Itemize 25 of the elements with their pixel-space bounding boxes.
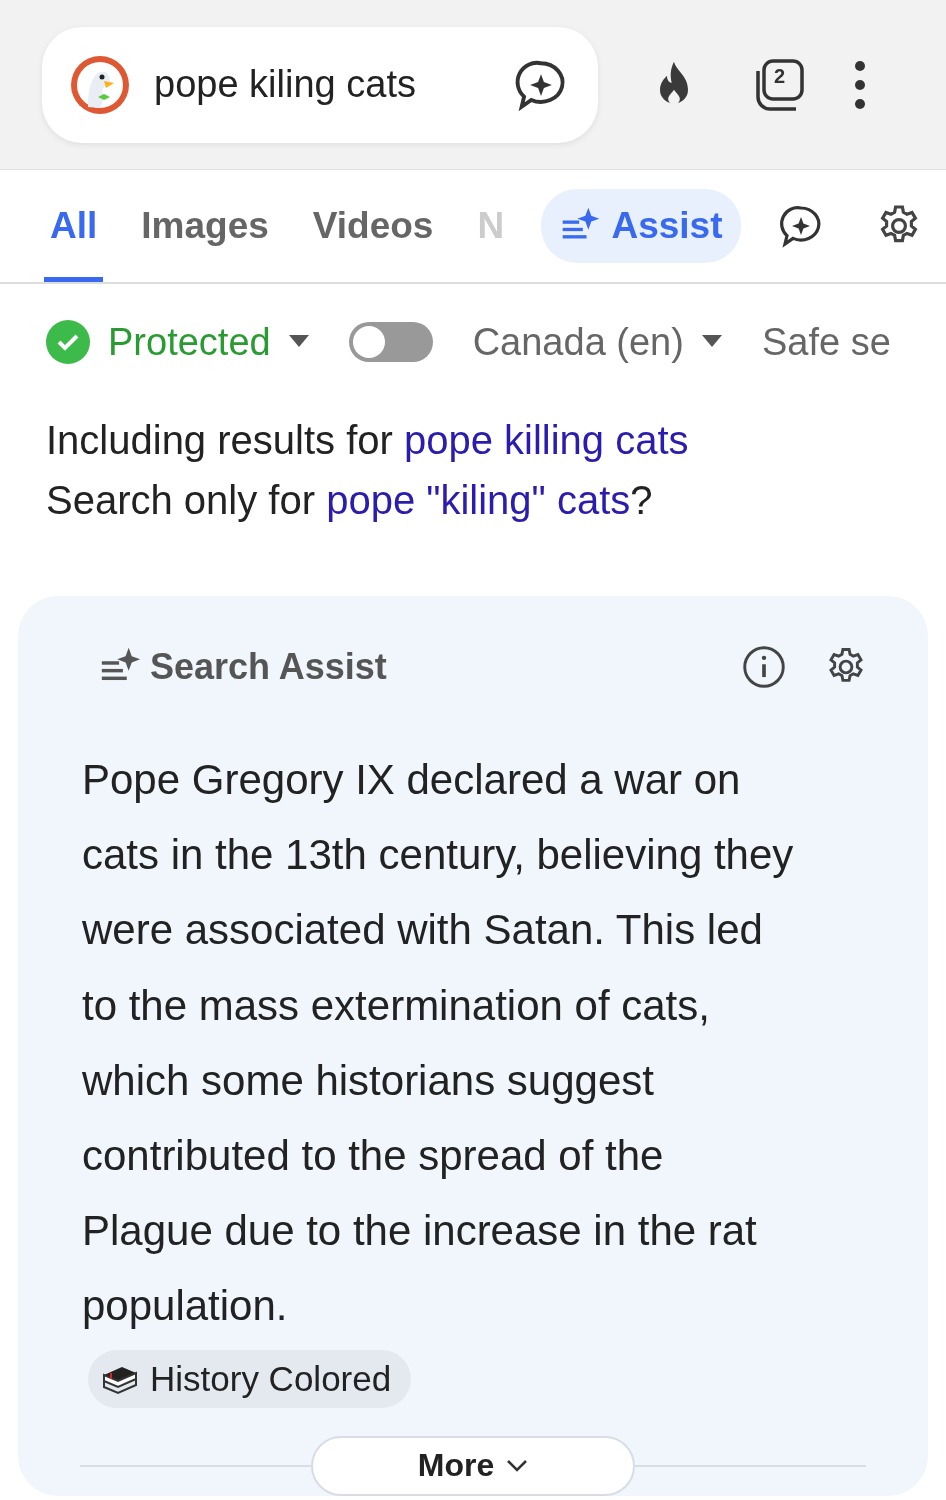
toggle-switch[interactable] — [348, 322, 433, 362]
spelling-notice: Including results for pope killing cats — [46, 417, 690, 464]
region-dropdown[interactable]: Canada (en) — [472, 320, 684, 364]
caret-icon — [701, 335, 722, 349]
assist-tab[interactable]: Assist — [541, 189, 741, 263]
more-menu-icon[interactable] — [854, 59, 866, 110]
info-icon[interactable] — [742, 645, 786, 689]
tab[interactable]: Images — [135, 170, 275, 282]
safe-search-filter[interactable]: Safe se — [761, 320, 891, 364]
query-link[interactable]: pope killing cats — [403, 418, 689, 462]
chevron-down-icon — [506, 1458, 529, 1473]
address-bar[interactable]: pope kiling cats — [42, 26, 598, 143]
check-circle-icon — [46, 320, 90, 364]
protection-status[interactable]: Protected — [108, 320, 271, 364]
caret-icon — [288, 335, 309, 349]
more-button[interactable]: More — [311, 1435, 635, 1496]
search-query: pope kiling cats — [154, 63, 417, 106]
source-chip[interactable]: History Colored — [88, 1349, 412, 1408]
tab[interactable]: Videos — [306, 170, 440, 282]
tab[interactable]: All — [44, 170, 104, 282]
query-link[interactable]: pope "kiling" cats — [326, 478, 631, 522]
spelling-notice: Search only for pope "kiling" cats? — [46, 477, 654, 524]
card-title: Search Assist — [150, 646, 388, 688]
duck-logo-icon — [70, 54, 130, 115]
answer-text: Pope Gregory IX declared a war on cats in the 13th century, believing they were associated with Satan. This led to the mass extermination of cats, which some historians suggest contributed to the spread of the Plague due to the increase in the rat population. — [82, 755, 795, 1332]
